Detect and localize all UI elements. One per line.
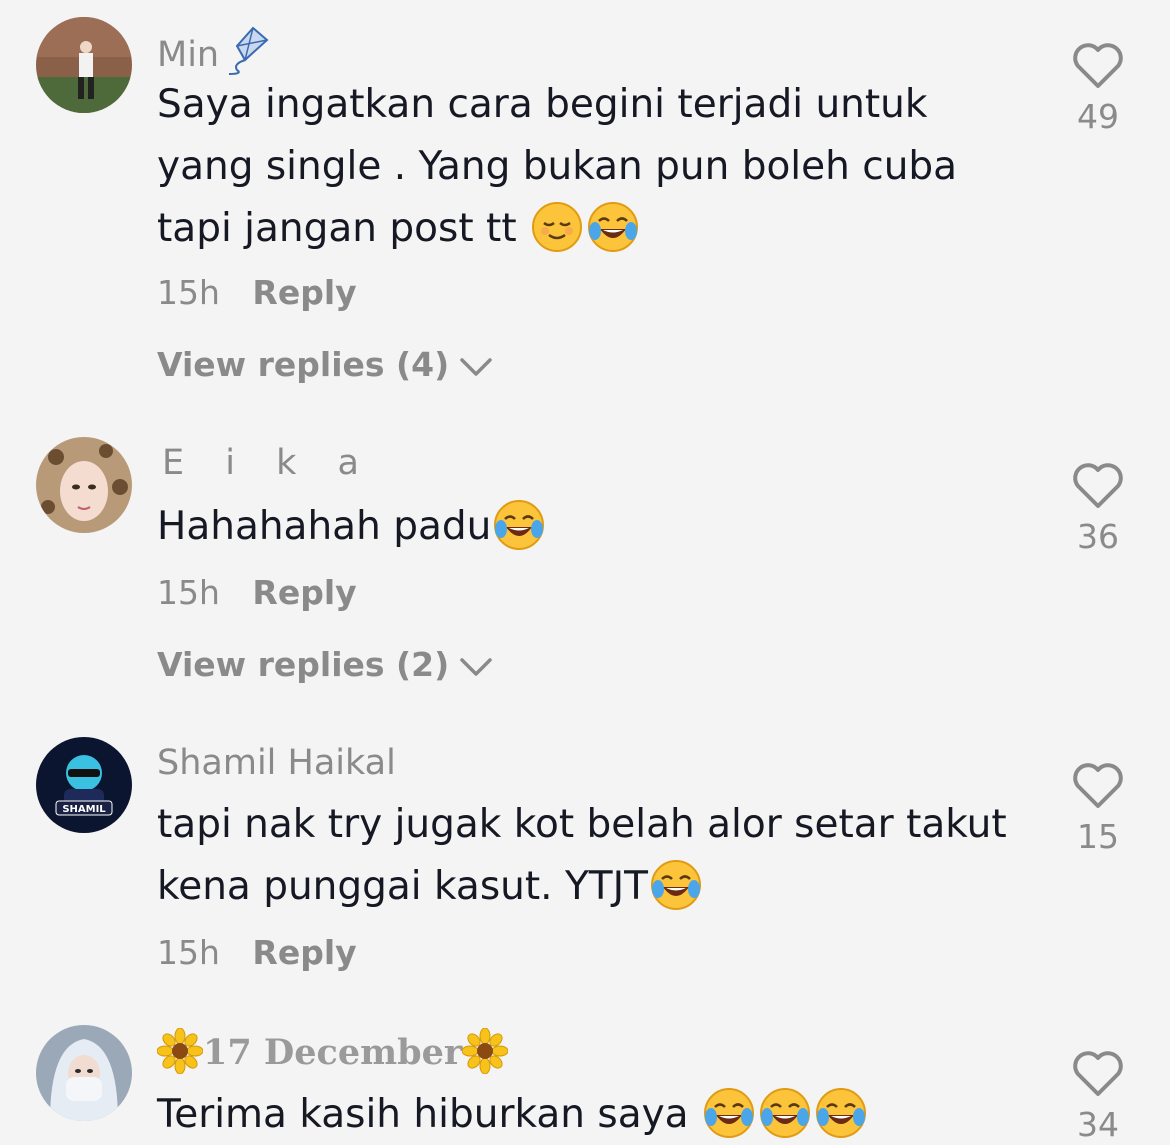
tears-of-joy-emoji xyxy=(703,1087,755,1139)
comment-line: Hahahahah padu xyxy=(157,504,492,549)
tears-of-joy-emoji xyxy=(759,1087,811,1139)
comment-text: Saya ingatkan cara begini terjadi untuk … xyxy=(157,74,1017,260)
like-count: 15 xyxy=(1077,817,1119,856)
comment-meta: 15h Reply xyxy=(157,276,357,309)
comments-panel: Min Saya ingatkan cara begini terjadi un… xyxy=(0,0,1170,1145)
comment-meta: 15h Reply xyxy=(157,576,357,609)
comment-text: tapi nak try jugak kot belah alor setar … xyxy=(157,794,1017,918)
svg-text:SHAMIL: SHAMIL xyxy=(62,804,106,815)
comment-text: Hahahahah padu xyxy=(157,496,1017,558)
reply-button[interactable]: Reply xyxy=(252,573,356,612)
reply-button[interactable]: Reply xyxy=(252,933,356,972)
relieved-face-emoji xyxy=(531,201,583,253)
comment-line: kena punggai kasut. YTJT xyxy=(157,864,648,909)
tears-of-joy-emoji xyxy=(493,499,545,551)
username-text: 17 December xyxy=(203,1032,463,1073)
like-button[interactable]: 34 xyxy=(1068,1048,1128,1141)
reply-button[interactable]: Reply xyxy=(252,273,356,312)
like-button[interactable]: 15 xyxy=(1068,760,1128,853)
like-count: 49 xyxy=(1077,97,1119,136)
avatar[interactable] xyxy=(36,17,132,113)
comment-line: Saya ingatkan cara begini terjadi untuk xyxy=(157,82,928,127)
heart-icon xyxy=(1073,1051,1123,1096)
tears-of-joy-emoji xyxy=(587,201,639,253)
username[interactable]: Min xyxy=(157,26,269,76)
sunflower-icon xyxy=(156,1027,204,1075)
like-count: 36 xyxy=(1077,517,1119,556)
timestamp: 15h xyxy=(157,273,220,312)
view-replies-button[interactable]: View replies (4) xyxy=(157,348,493,383)
avatar[interactable]: SHAMIL xyxy=(36,737,132,833)
heart-icon xyxy=(1073,763,1123,808)
comment-meta: 15h Reply xyxy=(157,936,357,969)
avatar[interactable] xyxy=(36,1025,132,1121)
comment-line: Terima kasih hiburkan saya xyxy=(157,1092,689,1137)
tears-of-joy-emoji xyxy=(650,859,702,911)
username[interactable]: E i k a xyxy=(162,446,374,481)
comment-line: yang single . Yang bukan pun boleh cuba xyxy=(157,144,958,189)
comment-text: Terima kasih hiburkan saya xyxy=(157,1084,1017,1145)
kite-icon xyxy=(223,26,269,76)
like-button[interactable]: 49 xyxy=(1068,40,1128,133)
tears-of-joy-emoji xyxy=(815,1087,867,1139)
view-replies-button[interactable]: View replies (2) xyxy=(157,648,493,683)
username-text: Min xyxy=(157,35,220,75)
like-count: 34 xyxy=(1077,1105,1119,1144)
sunflower-icon xyxy=(461,1027,509,1075)
heart-icon xyxy=(1073,463,1123,508)
chevron-down-icon xyxy=(459,350,493,383)
comment-line: tapi nak try jugak kot belah alor setar … xyxy=(157,802,1007,847)
comment-line: tapi jangan post tt xyxy=(157,206,517,251)
username[interactable]: Shamil Haikal xyxy=(157,746,396,781)
username[interactable]: 17 December xyxy=(156,1027,509,1075)
like-button[interactable]: 36 xyxy=(1068,460,1128,553)
heart-icon xyxy=(1073,43,1123,88)
timestamp: 15h xyxy=(157,933,220,972)
chevron-down-icon xyxy=(459,650,493,683)
timestamp: 15h xyxy=(157,573,220,612)
avatar[interactable] xyxy=(36,437,132,533)
view-replies-label: View replies (4) xyxy=(157,345,450,384)
view-replies-label: View replies (2) xyxy=(157,645,450,684)
